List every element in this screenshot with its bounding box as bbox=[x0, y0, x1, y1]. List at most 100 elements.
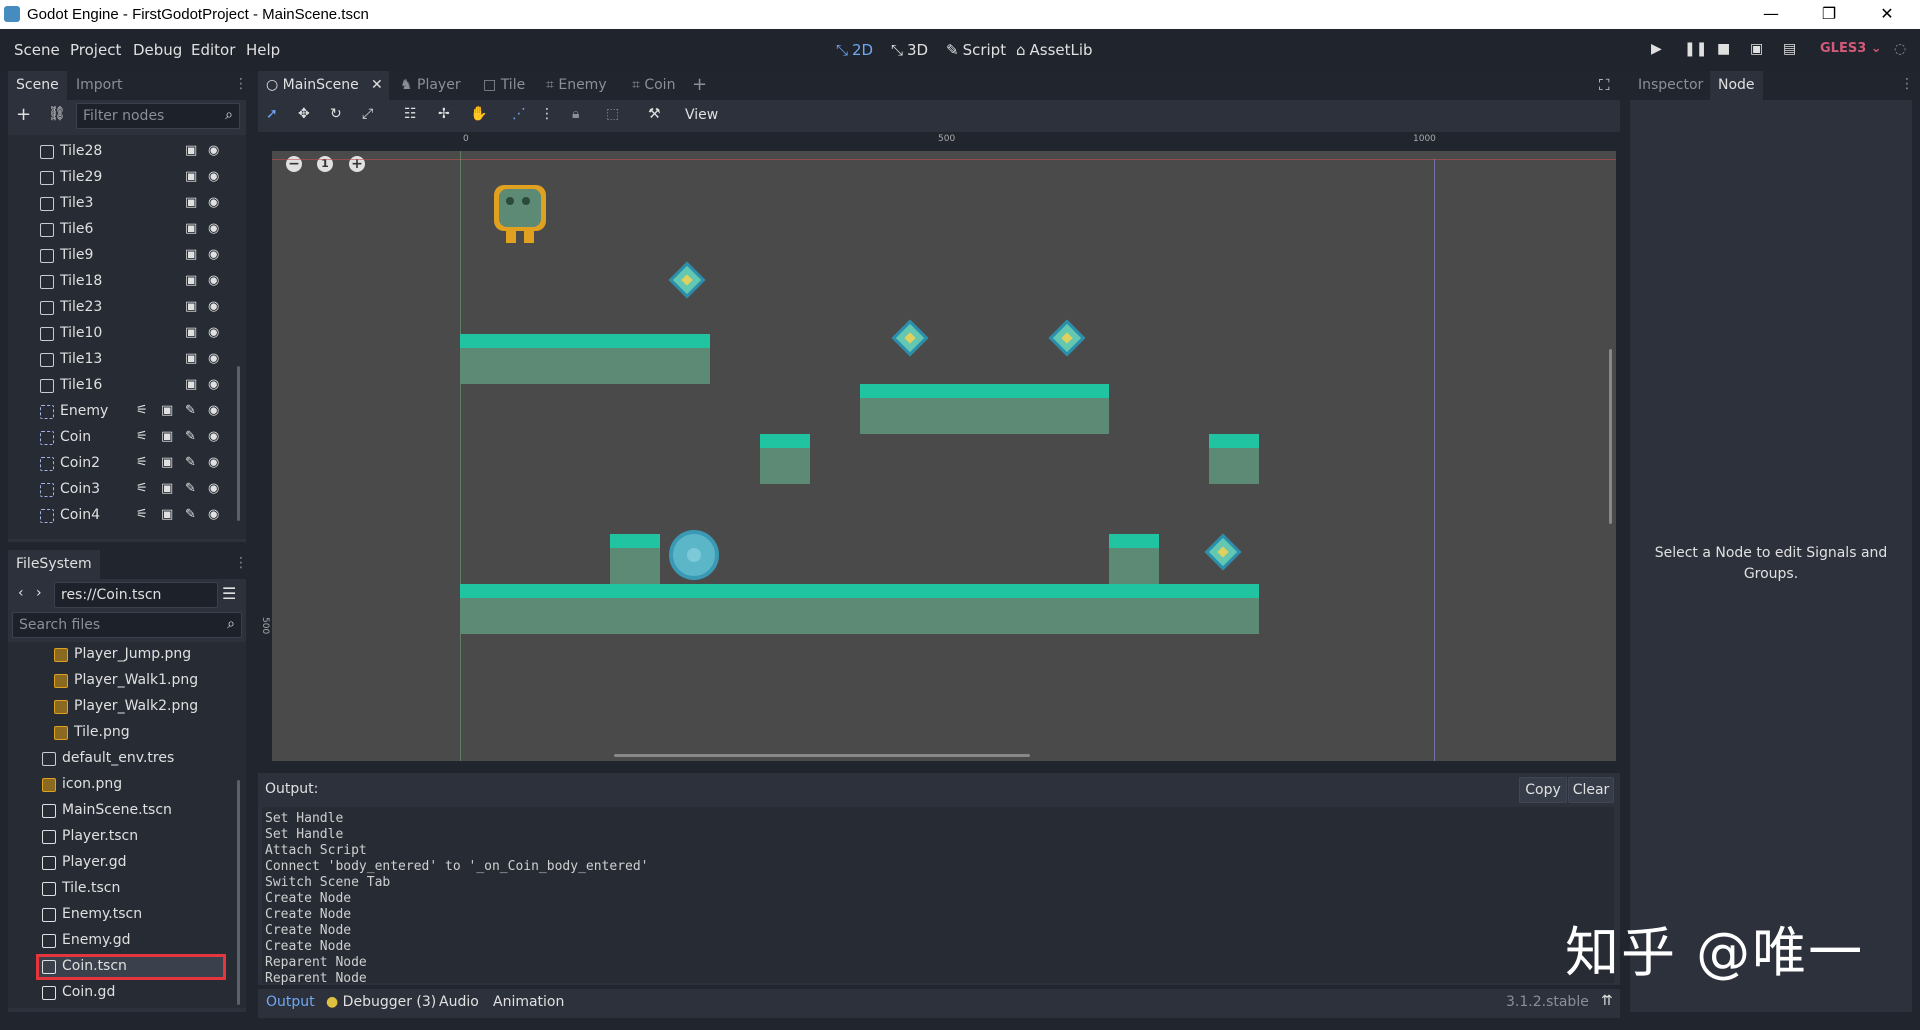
tile-block-small[interactable] bbox=[760, 434, 810, 484]
file-item[interactable]: Player_Walk2.png bbox=[8, 694, 238, 720]
player-sprite[interactable] bbox=[492, 185, 548, 243]
coin-sprite[interactable] bbox=[891, 319, 929, 357]
menu-project[interactable]: Project bbox=[70, 41, 121, 59]
move-tool-icon[interactable]: ✥ bbox=[298, 106, 310, 122]
file-item[interactable]: Player.gd bbox=[8, 850, 238, 876]
tab-import[interactable]: Import bbox=[68, 71, 130, 100]
platform-ground[interactable] bbox=[460, 584, 1259, 634]
pause-icon[interactable]: ❚❚ bbox=[1684, 41, 1707, 57]
file-tree-scrollbar[interactable] bbox=[237, 780, 240, 1005]
menu-editor[interactable]: Editor bbox=[191, 41, 235, 59]
visibility-eye-icon[interactable]: ◉ bbox=[208, 299, 219, 314]
visibility-eye-icon[interactable]: ◉ bbox=[208, 377, 219, 392]
file-item[interactable]: Player_Jump.png bbox=[8, 642, 238, 668]
coin-sprite[interactable] bbox=[1204, 533, 1242, 571]
search-files-input[interactable]: Search files ⌕ bbox=[12, 612, 242, 638]
scene-node-coin4[interactable]: Coin4 ⚟ ▣ ✎ ◉ bbox=[8, 503, 238, 529]
viewport-h-scrollbar[interactable] bbox=[614, 754, 1030, 757]
pan-tool-icon[interactable]: ✋ bbox=[470, 106, 487, 122]
tile-block-right[interactable] bbox=[1209, 434, 1259, 484]
bone-tool-icon[interactable]: ⚒ bbox=[648, 106, 661, 122]
dock-menu-icon[interactable]: ⋮ bbox=[1900, 76, 1914, 92]
clear-button[interactable]: Clear bbox=[1568, 777, 1614, 803]
tab-filesystem[interactable]: FileSystem bbox=[8, 550, 100, 579]
file-item[interactable]: Coin.tscn bbox=[8, 954, 238, 980]
play-icon[interactable]: ▶ bbox=[1651, 41, 1662, 57]
file-item[interactable]: Tile.png bbox=[8, 720, 238, 746]
script-attached-icon[interactable]: ✎ bbox=[185, 429, 196, 444]
tab-debugger[interactable]: ● Debugger (3) bbox=[326, 994, 436, 1010]
script-attached-icon[interactable]: ✎ bbox=[185, 507, 196, 522]
link-instance-icon[interactable]: ⛓ bbox=[48, 106, 66, 122]
signal-icon[interactable]: ⚟ bbox=[136, 455, 148, 470]
enemy-sprite[interactable] bbox=[669, 530, 719, 580]
split-view-icon[interactable]: ☰ bbox=[222, 584, 236, 603]
scene-node-coin2[interactable]: Coin2 ⚟ ▣ ✎ ◉ bbox=[8, 451, 238, 477]
rotate-tool-icon[interactable]: ↻ bbox=[330, 106, 342, 122]
filter-nodes-input[interactable]: Filter nodes ⌕ bbox=[76, 103, 240, 129]
list-select-icon[interactable]: ☷ bbox=[404, 106, 417, 122]
file-item[interactable]: Coin.gd bbox=[8, 980, 238, 1006]
dock-menu-icon[interactable]: ⋮ bbox=[234, 76, 248, 92]
scene-instance-icon[interactable]: ▣ bbox=[185, 299, 197, 314]
script-attached-icon[interactable]: ✎ bbox=[185, 455, 196, 470]
mode-2d-button[interactable]: ⤡ 2D bbox=[836, 41, 873, 59]
scene-instance-icon[interactable]: ▣ bbox=[185, 325, 197, 340]
select-tool-icon[interactable]: ➚ bbox=[266, 106, 278, 122]
view-menu[interactable]: View bbox=[685, 107, 718, 123]
tile-block-step-left[interactable] bbox=[610, 534, 660, 584]
visibility-eye-icon[interactable]: ◉ bbox=[208, 221, 219, 236]
tab-tile[interactable]: □ Tile bbox=[475, 71, 533, 100]
visibility-eye-icon[interactable]: ◉ bbox=[208, 195, 219, 210]
script-attached-icon[interactable]: ✎ bbox=[185, 403, 196, 418]
scene-node-coin[interactable]: Coin ⚟ ▣ ✎ ◉ bbox=[8, 425, 238, 451]
menu-scene[interactable]: Scene bbox=[14, 41, 60, 59]
script-attached-icon[interactable]: ✎ bbox=[185, 481, 196, 496]
coin-sprite[interactable] bbox=[1048, 319, 1086, 357]
distraction-free-icon[interactable]: ⛶ bbox=[1599, 76, 1610, 94]
dock-menu-icon[interactable]: ⋮ bbox=[234, 555, 248, 571]
tab-node[interactable]: Node bbox=[1710, 71, 1763, 100]
scene-instance-icon[interactable]: ▣ bbox=[185, 377, 197, 392]
scene-instance-icon[interactable]: ▣ bbox=[185, 221, 197, 236]
signal-icon[interactable]: ⚟ bbox=[136, 507, 148, 522]
scene-node-tile18[interactable]: Tile18 ▣ ◉ bbox=[8, 269, 238, 295]
scene-instance-icon[interactable]: ▣ bbox=[185, 351, 197, 366]
file-item[interactable]: default_env.tres bbox=[8, 746, 238, 772]
file-item[interactable]: Enemy.gd bbox=[8, 928, 238, 954]
minimize-button[interactable]: — bbox=[1742, 0, 1800, 29]
scene-instance-icon[interactable]: ▣ bbox=[185, 143, 197, 158]
coin-sprite[interactable] bbox=[668, 261, 706, 299]
scene-node-tile13[interactable]: Tile13 ▣ ◉ bbox=[8, 347, 238, 373]
visibility-eye-icon[interactable]: ◉ bbox=[208, 325, 219, 340]
scene-node-tile28[interactable]: Tile28 ▣ ◉ bbox=[8, 139, 238, 165]
scene-node-tile6[interactable]: Tile6 ▣ ◉ bbox=[8, 217, 238, 243]
menu-debug[interactable]: Debug bbox=[133, 41, 182, 59]
visibility-eye-icon[interactable]: ◉ bbox=[208, 481, 219, 496]
tab-animation[interactable]: Animation bbox=[493, 994, 564, 1010]
file-item[interactable]: icon.png bbox=[8, 772, 238, 798]
expand-panel-icon[interactable]: ⇈ bbox=[1601, 993, 1613, 1009]
scene-node-tile29[interactable]: Tile29 ▣ ◉ bbox=[8, 165, 238, 191]
close-tab-icon[interactable]: ✕ bbox=[371, 71, 383, 100]
file-item[interactable]: Tile.tscn bbox=[8, 876, 238, 902]
add-node-icon[interactable]: + bbox=[16, 104, 31, 125]
add-tab-icon[interactable]: + bbox=[692, 74, 707, 95]
scene-instance-icon[interactable]: ▣ bbox=[185, 195, 197, 210]
copy-button[interactable]: Copy bbox=[1519, 777, 1567, 803]
scene-node-tile10[interactable]: Tile10 ▣ ◉ bbox=[8, 321, 238, 347]
snap-options-icon[interactable]: ⋮ bbox=[540, 106, 554, 122]
stop-icon[interactable]: ■ bbox=[1717, 41, 1730, 57]
platform-middle[interactable] bbox=[860, 384, 1109, 434]
signal-icon[interactable]: ⚟ bbox=[136, 481, 148, 496]
tab-coin[interactable]: ⌗ Coin bbox=[624, 71, 683, 100]
file-item[interactable]: MainScene.tscn bbox=[8, 798, 238, 824]
pivot-tool-icon[interactable]: ✢ bbox=[438, 106, 450, 122]
scene-node-tile16[interactable]: Tile16 ▣ ◉ bbox=[8, 373, 238, 399]
tab-scene[interactable]: Scene bbox=[8, 71, 67, 100]
2d-viewport[interactable]: − 1 + bbox=[272, 151, 1616, 761]
maximize-button[interactable]: ❐ bbox=[1800, 0, 1858, 29]
platform-upper-left[interactable] bbox=[460, 334, 710, 384]
scene-instance-icon[interactable]: ▣ bbox=[185, 247, 197, 262]
group-icon[interactable]: ⬚ bbox=[606, 106, 619, 122]
